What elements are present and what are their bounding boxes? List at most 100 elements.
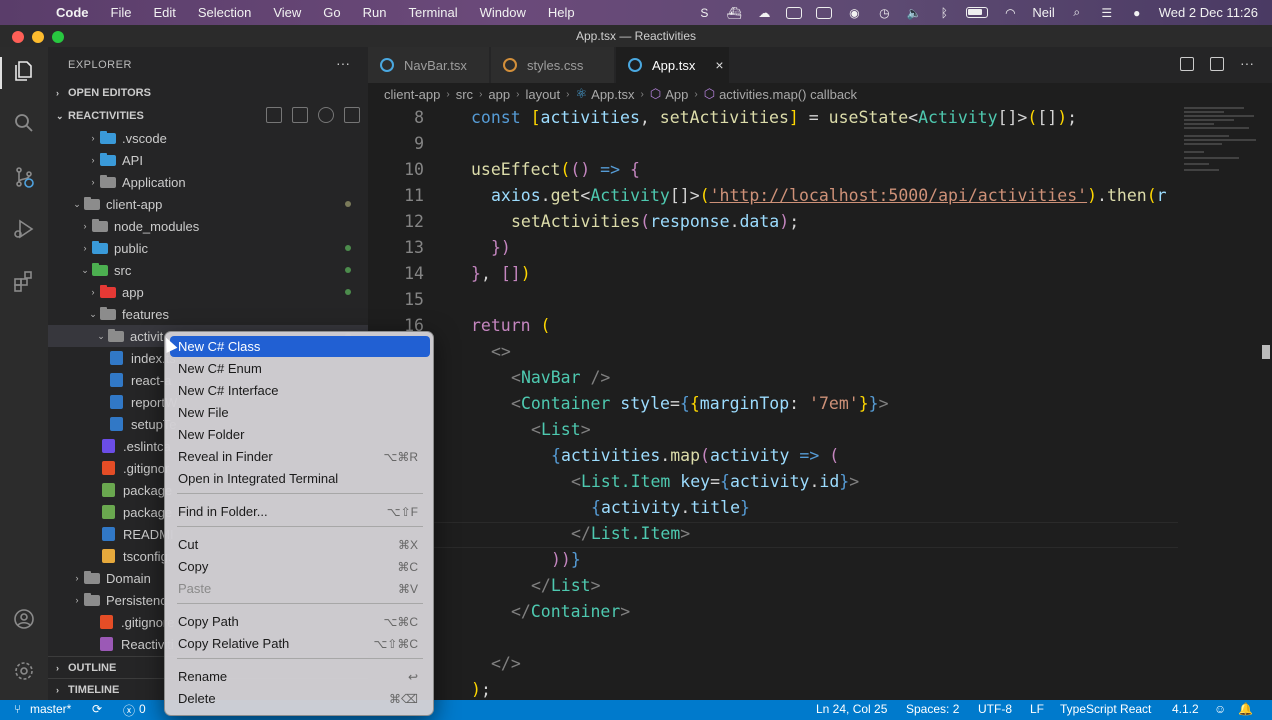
- menu-terminal[interactable]: Terminal: [409, 5, 458, 20]
- menu-item-copy[interactable]: Copy ⌘C: [170, 556, 430, 577]
- new-folder-icon[interactable]: [292, 107, 308, 123]
- tree-item[interactable]: › API: [48, 149, 368, 171]
- feedback-icon[interactable]: ☺: [1214, 702, 1226, 716]
- indentation[interactable]: Spaces: 2: [906, 702, 959, 716]
- menu-go[interactable]: Go: [323, 5, 340, 20]
- language-mode[interactable]: TypeScript React: [1060, 702, 1151, 716]
- menu-item-find-in-folder[interactable]: Find in Folder... ⌥⇧F: [170, 501, 430, 522]
- tree-item[interactable]: › node_modules: [48, 215, 368, 237]
- menu-item-new-c-class[interactable]: New C# Class: [170, 336, 430, 357]
- tree-item[interactable]: › public: [48, 237, 368, 259]
- settings-gear-icon[interactable]: [12, 659, 36, 683]
- cloud-icon[interactable]: ☁: [756, 6, 772, 20]
- breadcrumb-item[interactable]: client-app: [384, 87, 440, 102]
- code-editor[interactable]: 8 9 10 11 12 13 14 15 16 const [activiti…: [368, 105, 1178, 699]
- more-actions-icon[interactable]: ···: [1240, 56, 1254, 71]
- status-app-icon[interactable]: S: [696, 6, 712, 20]
- ts-version[interactable]: 4.1.2: [1172, 702, 1199, 716]
- menubar-clock[interactable]: Wed 2 Dec 11:26: [1159, 5, 1258, 20]
- record-icon[interactable]: ◉: [846, 6, 862, 20]
- branch-name[interactable]: master*: [30, 702, 71, 716]
- menu-item-new-folder[interactable]: New Folder: [170, 424, 430, 445]
- menu-item-open-in-integrated-terminal[interactable]: Open in Integrated Terminal: [170, 468, 430, 489]
- explorer-icon[interactable]: [12, 59, 36, 83]
- tab-navbar[interactable]: NavBar.tsx: [368, 47, 490, 83]
- breadcrumb-item[interactable]: app: [488, 87, 510, 102]
- spotlight-icon[interactable]: ⌕: [1069, 5, 1085, 19]
- tab-styles[interactable]: styles.css: [491, 47, 615, 83]
- menu-selection[interactable]: Selection: [198, 5, 251, 20]
- docker-icon[interactable]: ⛴: [726, 6, 742, 20]
- project-section[interactable]: ⌄ REACTIVITIES: [48, 105, 368, 127]
- breadcrumb-item[interactable]: App.tsx: [591, 87, 634, 102]
- menu-item-new-file[interactable]: New File: [170, 402, 430, 423]
- new-file-icon[interactable]: [266, 107, 282, 123]
- time-machine-icon[interactable]: ◷: [876, 6, 892, 20]
- breadcrumb-item[interactable]: App: [665, 87, 688, 102]
- wifi-icon[interactable]: ◠: [1002, 6, 1018, 20]
- menu-run[interactable]: Run: [363, 5, 387, 20]
- window-icon[interactable]: [786, 6, 803, 19]
- search-icon[interactable]: [12, 111, 36, 135]
- error-count[interactable]: 0: [139, 702, 146, 716]
- collapse-all-icon[interactable]: [344, 107, 360, 123]
- minimize-window-button[interactable]: [32, 31, 44, 43]
- menu-item-reveal-in-finder[interactable]: Reveal in Finder ⌥⌘R: [170, 446, 430, 467]
- breadcrumb-item[interactable]: activities.map() callback: [719, 87, 857, 102]
- cursor-position[interactable]: Ln 24, Col 25: [816, 702, 887, 716]
- menu-item-new-c-interface[interactable]: New C# Interface: [170, 380, 430, 401]
- menu-item-new-c-enum[interactable]: New C# Enum: [170, 358, 430, 379]
- breadcrumb-item[interactable]: src: [456, 87, 473, 102]
- menu-item-copy-relative-path[interactable]: Copy Relative Path ⌥⇧⌘C: [170, 633, 430, 654]
- open-editors-section[interactable]: › OPEN EDITORS: [48, 82, 368, 104]
- zoom-window-button[interactable]: [52, 31, 64, 43]
- menu-help[interactable]: Help: [548, 5, 575, 20]
- error-icon[interactable]: ⓧ: [123, 702, 135, 719]
- menu-window[interactable]: Window: [480, 5, 526, 20]
- tree-item[interactable]: › .vscode: [48, 127, 368, 149]
- menu-item-cut[interactable]: Cut ⌘X: [170, 534, 430, 555]
- tab-app[interactable]: App.tsx ×: [616, 47, 730, 83]
- menubar-user[interactable]: Neil: [1032, 5, 1054, 20]
- line-ending[interactable]: LF: [1030, 702, 1044, 716]
- bell-icon[interactable]: 🔔: [1238, 702, 1253, 716]
- breadcrumb-item[interactable]: layout: [525, 87, 560, 102]
- control-center-icon[interactable]: ☰: [1099, 6, 1115, 20]
- siri-icon[interactable]: ●: [1129, 6, 1145, 20]
- tree-item[interactable]: ⌄ features: [48, 303, 368, 325]
- source-control-icon[interactable]: [12, 165, 36, 189]
- battery-icon[interactable]: [966, 7, 989, 18]
- run-debug-icon[interactable]: [12, 217, 36, 241]
- explorer-more-icon[interactable]: ···: [336, 55, 350, 71]
- split-editor-icon[interactable]: [1210, 57, 1224, 71]
- display-icon[interactable]: [816, 6, 833, 19]
- tree-item[interactable]: › app: [48, 281, 368, 303]
- close-window-button[interactable]: [12, 31, 24, 43]
- menu-item-delete[interactable]: Delete ⌘⌫: [170, 688, 430, 709]
- symbol-icon: ⬡: [649, 86, 662, 101]
- tree-item[interactable]: › Application: [48, 171, 368, 193]
- compare-icon[interactable]: [1180, 57, 1194, 71]
- menu-app-name[interactable]: Code: [56, 5, 89, 20]
- menu-item-paste[interactable]: Paste ⌘V: [170, 578, 430, 599]
- account-icon[interactable]: [12, 607, 36, 631]
- editor-scrollbar[interactable]: [1262, 345, 1270, 359]
- menu-view[interactable]: View: [273, 5, 301, 20]
- minimap[interactable]: [1178, 105, 1272, 695]
- tree-item[interactable]: ⌄ src: [48, 259, 368, 281]
- menu-item-rename[interactable]: Rename ↩: [170, 666, 430, 687]
- sync-icon[interactable]: ⟳: [92, 702, 102, 716]
- encoding[interactable]: UTF-8: [978, 702, 1012, 716]
- close-icon[interactable]: ×: [715, 57, 723, 73]
- branch-icon[interactable]: ⑂: [14, 702, 21, 716]
- refresh-icon[interactable]: [318, 107, 334, 123]
- menu-edit[interactable]: Edit: [153, 5, 175, 20]
- bluetooth-icon[interactable]: ᛒ: [936, 6, 952, 20]
- menu-item-copy-path[interactable]: Copy Path ⌥⌘C: [170, 611, 430, 632]
- volume-icon[interactable]: 🔈: [906, 6, 922, 20]
- extensions-icon[interactable]: [12, 269, 36, 293]
- tree-item[interactable]: ⌄ client-app: [48, 193, 368, 215]
- code-line: );: [471, 680, 491, 699]
- menu-file[interactable]: File: [111, 5, 132, 20]
- chevron-right-icon: ›: [91, 155, 95, 165]
